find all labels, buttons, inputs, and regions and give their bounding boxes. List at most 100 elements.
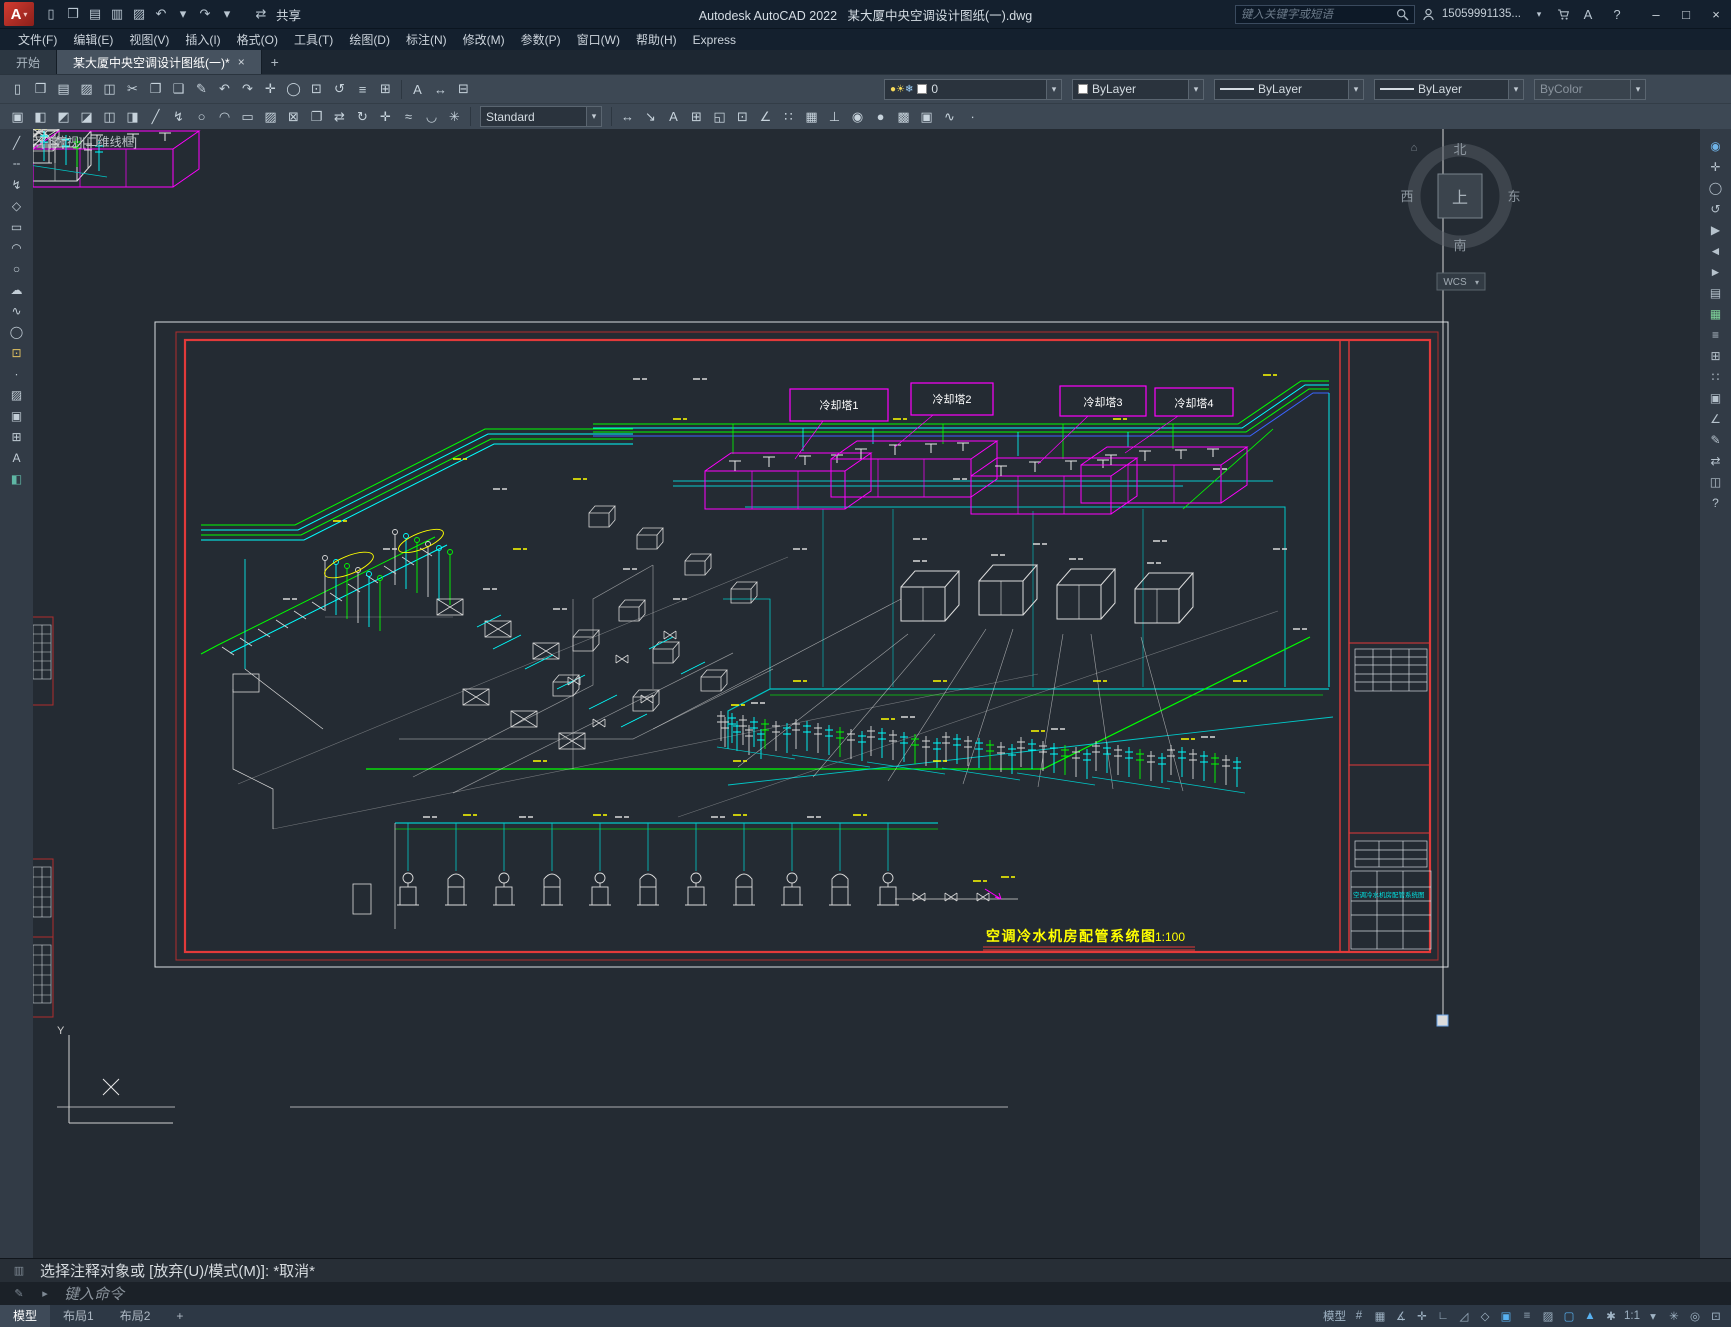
command-panel-icon[interactable]: ▥ <box>8 1260 30 1282</box>
annotation-scale-label[interactable]: 1:1 <box>1622 1306 1642 1326</box>
measure-icon[interactable]: ∠ <box>754 106 777 128</box>
polyline-icon[interactable]: ↯ <box>6 176 28 193</box>
command-input[interactable]: ✎ ▸ 键入命令 <box>0 1282 1731 1305</box>
hatch-icon[interactable]: ▨ <box>6 386 28 403</box>
menu-item[interactable]: 编辑(E) <box>65 29 121 51</box>
count-icon[interactable]: ∷ <box>1705 368 1727 385</box>
arc-icon[interactable]: ◠ <box>213 106 236 128</box>
polar-icon[interactable]: ◿ <box>1454 1306 1474 1326</box>
table-icon[interactable]: ⊞ <box>6 428 28 445</box>
command-customize-icon[interactable]: ✎ <box>8 1283 30 1305</box>
plot-icon[interactable]: ▨ <box>128 3 150 25</box>
close-button[interactable]: × <box>1701 0 1731 28</box>
autoscale-icon[interactable]: ✱ <box>1601 1306 1621 1326</box>
layer-combo[interactable]: ● ☀ ❄ 0 ▾ <box>884 78 1062 100</box>
dimension-icon[interactable]: ↔ <box>429 78 452 100</box>
insert-block-icon[interactable]: ◱ <box>708 106 731 128</box>
menu-item[interactable]: 绘图(D) <box>341 29 398 51</box>
measure-icon[interactable]: ∠ <box>1705 410 1727 427</box>
insert-block-icon[interactable]: ⊡ <box>6 344 28 361</box>
preview-icon[interactable]: ◫ <box>98 78 121 100</box>
layout-tab[interactable]: 布局2 <box>107 1305 164 1327</box>
menu-item[interactable]: 参数(P) <box>513 29 569 51</box>
ucs-icon[interactable]: ⊥ <box>823 106 846 128</box>
cart-icon[interactable] <box>1557 8 1570 21</box>
compare-icon[interactable]: ◫ <box>1705 473 1727 490</box>
redo-dropdown-icon[interactable]: ▾ <box>216 3 238 25</box>
saveas-icon[interactable]: ▥ <box>106 3 128 25</box>
region-icon[interactable]: ▣ <box>915 106 938 128</box>
drawing-canvas[interactable]: [-][俯视][二维线框] 空调冷水机房配管系统图 冷却塔1 冷却塔2 冷却塔3… <box>33 129 1700 1258</box>
color-combo[interactable]: ByLayer ▾ <box>1072 78 1204 100</box>
circle-icon[interactable]: ○ <box>190 106 213 128</box>
point-icon[interactable]: ∙ <box>961 106 984 128</box>
polygon-icon[interactable]: ◇ <box>6 197 28 214</box>
lineweight-icon[interactable]: ≡ <box>1517 1306 1537 1326</box>
spline-icon[interactable]: ∿ <box>6 302 28 319</box>
ellipse-icon[interactable]: ◯ <box>6 323 28 340</box>
user-icon[interactable] <box>1422 8 1435 21</box>
mirror-icon[interactable]: ⇄ <box>328 106 351 128</box>
dim-linear-icon[interactable]: ↔ <box>616 106 639 128</box>
osnap-icon[interactable]: ▣ <box>1496 1306 1516 1326</box>
erase-icon[interactable]: ⊠ <box>282 106 305 128</box>
line-icon[interactable]: ╱ <box>144 106 167 128</box>
share-view-icon[interactable]: ⇄ <box>1705 452 1727 469</box>
tool-palettes-icon[interactable]: ▦ <box>1705 305 1727 322</box>
make-block-icon[interactable]: ⊡ <box>731 106 754 128</box>
lineweight-combo[interactable]: ByLayer ▾ <box>1374 78 1524 100</box>
signed-in-user[interactable]: 15059991135... <box>1442 8 1521 20</box>
isodraft-icon[interactable]: ◇ <box>1475 1306 1495 1326</box>
layout-tab[interactable]: 模型 <box>0 1305 51 1327</box>
zoom-window-icon[interactable]: ⊡ <box>305 78 328 100</box>
layer-lock-icon[interactable]: ◫ <box>98 106 121 128</box>
model-paper-toggle[interactable]: 模型 <box>1321 1306 1348 1326</box>
palette-icon[interactable]: ◧ <box>6 470 28 487</box>
layer-off-icon[interactable]: ◧ <box>29 106 52 128</box>
linetype-combo[interactable]: ByLayer ▾ <box>1214 78 1364 100</box>
fillet-icon[interactable]: ◡ <box>420 106 443 128</box>
chevron-down-icon[interactable]: ▾ <box>1188 79 1203 99</box>
redo-icon[interactable]: ↷ <box>194 3 216 25</box>
selection-grip[interactable] <box>1436 1014 1449 1027</box>
open-file-icon[interactable]: ❒ <box>29 78 52 100</box>
infer-constraints-icon[interactable]: ∡ <box>1391 1306 1411 1326</box>
orbit-icon[interactable]: ↺ <box>1705 200 1727 217</box>
navigation-wheel-icon[interactable]: ◉ <box>1705 137 1727 154</box>
layer-sun-icon[interactable]: ☀ <box>896 84 905 95</box>
array-icon[interactable]: ∷ <box>777 106 800 128</box>
menu-item[interactable]: 帮助(H) <box>628 29 685 51</box>
menu-item[interactable]: 插入(I) <box>177 29 228 51</box>
help-icon[interactable]: ? <box>1705 494 1727 511</box>
snap-icon[interactable]: ▦ <box>1370 1306 1390 1326</box>
menu-item[interactable]: 视图(V) <box>121 29 177 51</box>
layer-panel-icon[interactable]: ▣ <box>1705 389 1727 406</box>
rectangle-icon[interactable]: ▭ <box>6 218 28 235</box>
table-icon[interactable]: ⊟ <box>452 78 475 100</box>
new-layout-button[interactable]: + <box>163 1305 196 1327</box>
orbit-icon[interactable]: ↺ <box>328 78 351 100</box>
viewport-controls[interactable]: [-][俯视][二维线框] <box>41 133 137 150</box>
layout-tab[interactable]: 布局1 <box>50 1305 107 1327</box>
help-search-input[interactable]: 键入关键字或短语 <box>1234 4 1415 24</box>
new-tab-button[interactable]: + <box>262 50 288 74</box>
ortho-icon[interactable]: ∟ <box>1433 1306 1453 1326</box>
copy-object-icon[interactable]: ❐ <box>305 106 328 128</box>
qsave-icon[interactable]: ▤ <box>84 3 106 25</box>
user-dropdown-icon[interactable]: ▾ <box>1528 3 1550 25</box>
open-icon[interactable]: ❒ <box>62 3 84 25</box>
arc-icon[interactable]: ◠ <box>6 239 28 256</box>
line-icon[interactable]: ╱ <box>6 134 28 151</box>
move-icon[interactable]: ✛ <box>374 106 397 128</box>
region-icon[interactable]: ▣ <box>6 407 28 424</box>
zoom-extents-icon[interactable]: ◯ <box>1705 179 1727 196</box>
leader-icon[interactable]: ↘ <box>639 106 662 128</box>
qnew-icon[interactable]: ▯ <box>40 3 62 25</box>
chevron-down-icon[interactable]: ▾ <box>586 107 601 126</box>
pan-icon[interactable]: ✛ <box>259 78 282 100</box>
pan-icon[interactable]: ✛ <box>1705 158 1727 175</box>
isolate-objects-icon[interactable]: ◎ <box>1685 1306 1705 1326</box>
autocad-logo[interactable]: A ▾ <box>4 2 34 26</box>
sheet-set-icon[interactable]: ⊞ <box>374 78 397 100</box>
construction-line-icon[interactable]: ╌ <box>6 155 28 172</box>
